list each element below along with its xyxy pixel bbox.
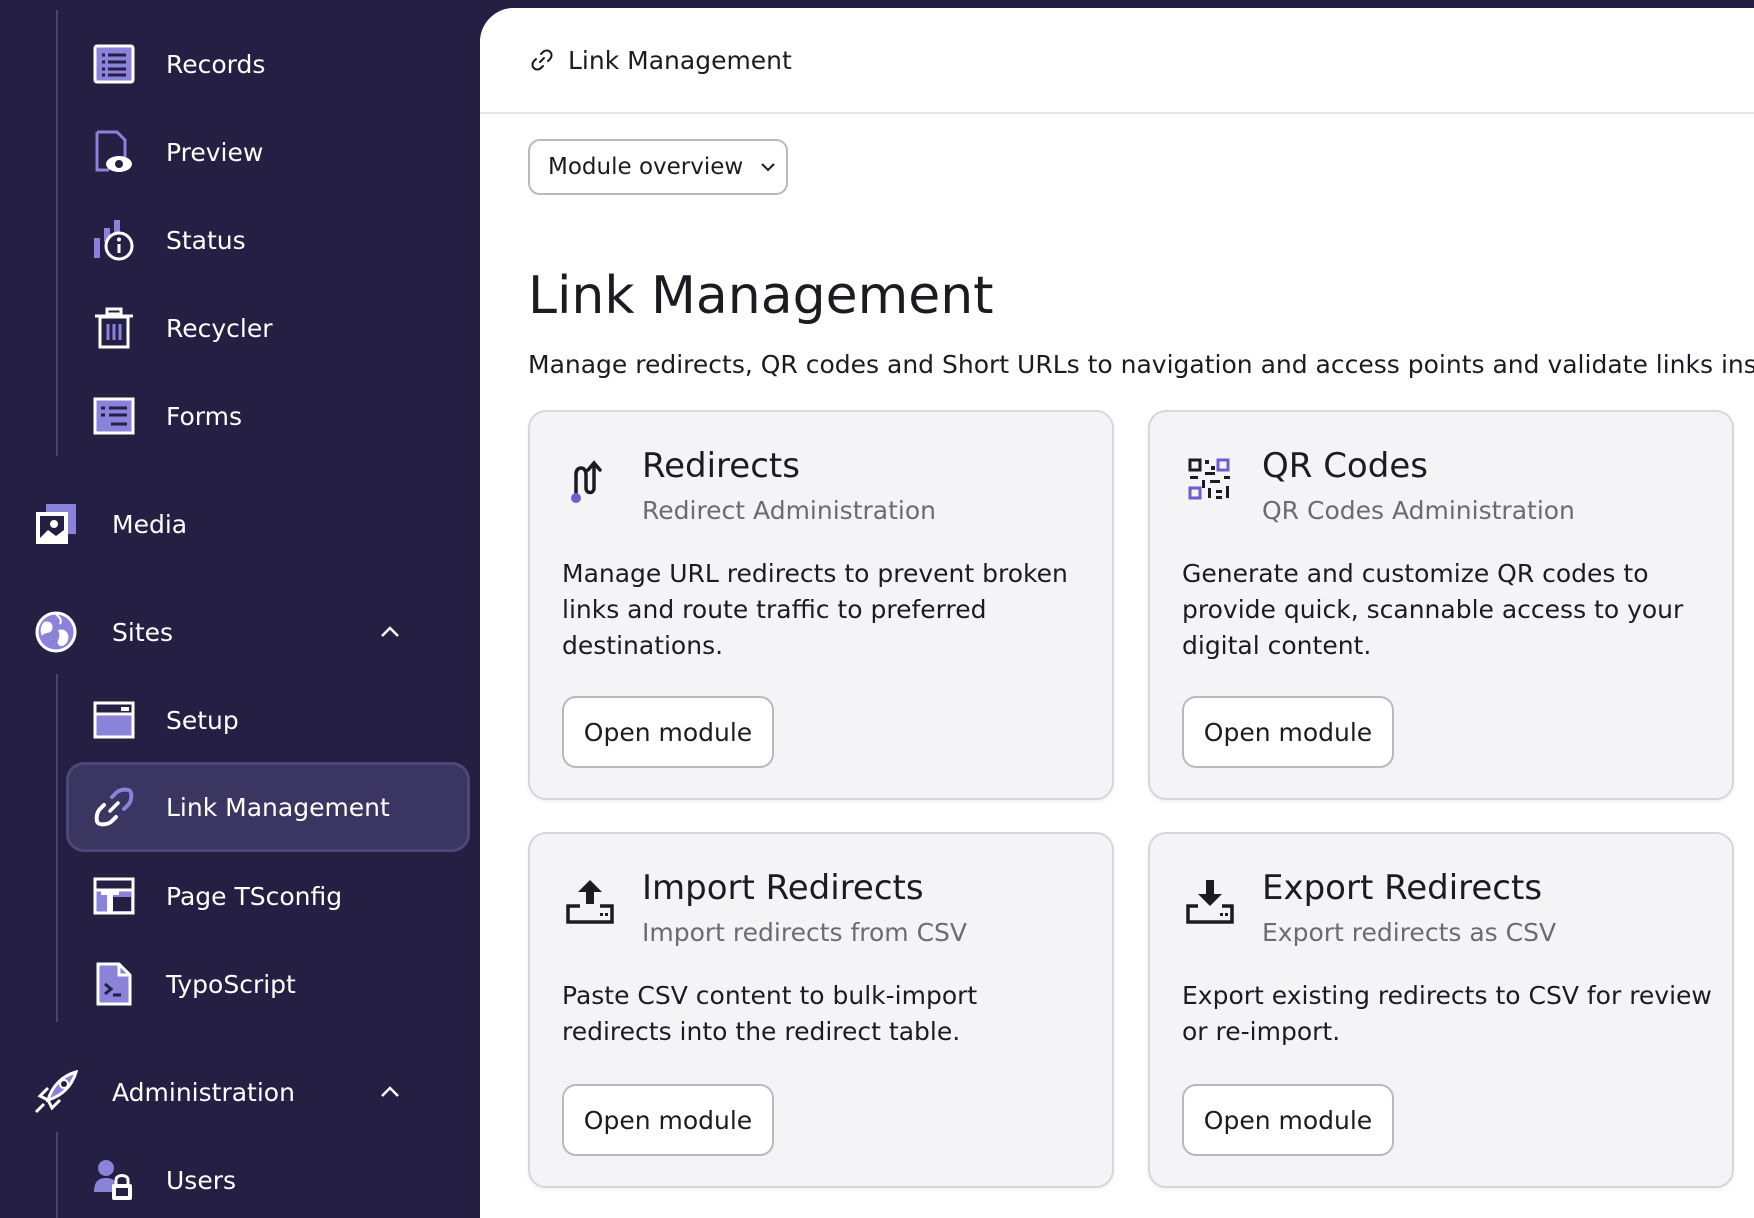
card-description: Export existing redirects to CSV for rev… bbox=[1182, 981, 1712, 1046]
sidebar-item-label: Sites bbox=[112, 617, 174, 647]
chevron-down-icon bbox=[761, 163, 775, 172]
sidebar-item-label: Page TSconfig bbox=[166, 881, 343, 911]
dropdown-value: Module overview bbox=[548, 154, 744, 180]
open-module-button[interactable]: Open module bbox=[562, 1084, 774, 1156]
card-qr-codes: QR Codes QR Codes Administration Generat… bbox=[1148, 410, 1734, 800]
card-subtitle: QR Codes Administration bbox=[1262, 496, 1575, 525]
card-export-redirects: Export Redirects Export redirects as CSV… bbox=[1148, 832, 1734, 1188]
recycler-icon bbox=[92, 306, 136, 350]
sidebar-item-typoscript[interactable]: TypoScript bbox=[92, 950, 462, 1018]
sidebar-item-link-management[interactable]: Link Management bbox=[66, 762, 470, 852]
card-description: Generate and customize QR codes to provi… bbox=[1182, 559, 1684, 660]
sidebar: Records Preview Status Recycler Forms Me… bbox=[0, 0, 480, 1218]
sidebar-item-label: Recycler bbox=[166, 313, 273, 343]
module-header: Link Management bbox=[480, 8, 1754, 114]
sidebar-item-sites[interactable]: Sites bbox=[34, 598, 454, 666]
sidebar-item-label: TypoScript bbox=[166, 969, 296, 999]
card-subtitle: Import redirects from CSV bbox=[642, 918, 968, 947]
card-subtitle: Export redirects as CSV bbox=[1262, 918, 1557, 947]
setup-icon bbox=[92, 698, 136, 742]
import-icon bbox=[566, 880, 614, 924]
chevron-up-icon[interactable] bbox=[378, 620, 402, 644]
typoscript-icon bbox=[92, 962, 136, 1006]
sidebar-item-label: Records bbox=[166, 49, 266, 79]
page-tsconfig-icon bbox=[92, 874, 136, 918]
page-title: Link Management bbox=[528, 266, 994, 326]
card-subtitle: Redirect Administration bbox=[642, 496, 936, 525]
sidebar-item-label: Status bbox=[166, 225, 246, 255]
sidebar-item-users[interactable]: Users bbox=[92, 1146, 462, 1214]
media-icon bbox=[34, 502, 78, 546]
sidebar-item-recycler[interactable]: Recycler bbox=[92, 294, 462, 362]
administration-icon bbox=[34, 1070, 78, 1114]
page-description: Manage redirects, QR codes and Short URL… bbox=[528, 350, 1754, 379]
card-title: Import Redirects bbox=[642, 868, 924, 908]
tree-line bbox=[56, 1132, 58, 1218]
card-title: QR Codes bbox=[1262, 446, 1428, 486]
link-icon bbox=[531, 49, 553, 71]
redirects-icon bbox=[571, 460, 602, 503]
forms-icon bbox=[92, 394, 136, 438]
preview-icon bbox=[92, 130, 136, 174]
sidebar-item-page-tsconfig[interactable]: Page TSconfig bbox=[92, 862, 462, 930]
chevron-up-icon[interactable] bbox=[378, 1080, 402, 1104]
open-module-button[interactable]: Open module bbox=[1182, 696, 1394, 768]
status-icon bbox=[92, 218, 136, 262]
card-redirects: Redirects Redirect Administration Manage… bbox=[528, 410, 1114, 800]
sidebar-item-status[interactable]: Status bbox=[92, 206, 462, 274]
card-import-redirects: Import Redirects Import redirects from C… bbox=[528, 832, 1114, 1188]
breadcrumb: Link Management bbox=[568, 45, 792, 75]
open-module-button[interactable]: Open module bbox=[1182, 1084, 1394, 1156]
card-title: Redirects bbox=[642, 446, 800, 486]
sidebar-item-media[interactable]: Media bbox=[34, 490, 454, 558]
card-description: Paste CSV content to bulk-import redirec… bbox=[562, 981, 978, 1046]
users-icon bbox=[92, 1158, 136, 1202]
module-overview-dropdown[interactable]: Module overview bbox=[528, 139, 788, 195]
sidebar-item-label: Users bbox=[166, 1165, 237, 1195]
sidebar-item-label: Setup bbox=[166, 705, 239, 735]
sidebar-item-label: Forms bbox=[166, 401, 243, 431]
sidebar-item-label: Administration bbox=[112, 1077, 295, 1107]
tree-line bbox=[56, 674, 58, 1022]
link-icon bbox=[92, 785, 136, 829]
tree-line bbox=[56, 10, 58, 456]
card-title: Export Redirects bbox=[1262, 868, 1543, 908]
sidebar-item-preview[interactable]: Preview bbox=[92, 118, 462, 186]
open-module-button[interactable]: Open module bbox=[562, 696, 774, 768]
card-description: Manage URL redirects to prevent broken l… bbox=[562, 559, 1068, 660]
sidebar-item-records[interactable]: Records bbox=[92, 30, 462, 98]
sidebar-item-administration[interactable]: Administration bbox=[34, 1058, 454, 1126]
sidebar-item-forms[interactable]: Forms bbox=[92, 382, 462, 450]
export-icon bbox=[1186, 880, 1234, 924]
sidebar-item-label: Media bbox=[112, 509, 188, 539]
records-icon bbox=[92, 42, 136, 86]
sidebar-item-setup[interactable]: Setup bbox=[92, 686, 462, 754]
sidebar-item-label: Preview bbox=[166, 137, 264, 167]
sites-icon bbox=[34, 610, 78, 654]
sidebar-item-label: Link Management bbox=[166, 792, 390, 822]
main-panel: Link Management Module overview Link Man… bbox=[480, 8, 1754, 1218]
qr-code-icon bbox=[1188, 458, 1230, 500]
